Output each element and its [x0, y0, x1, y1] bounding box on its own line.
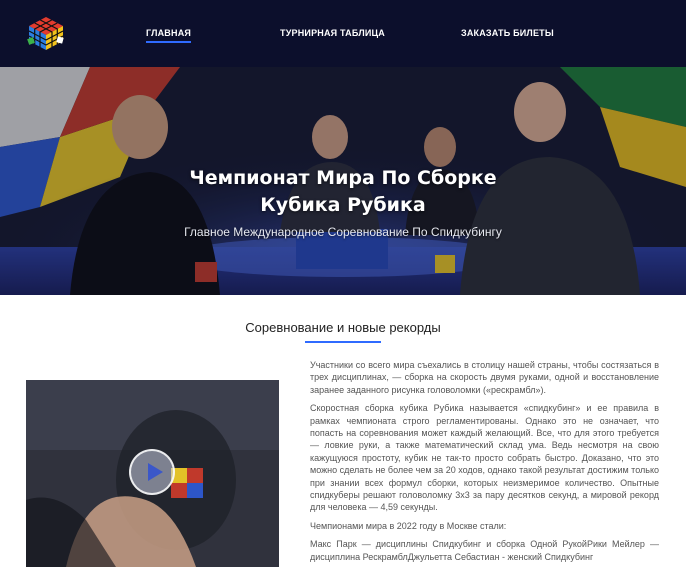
- nav-tickets[interactable]: ЗАКАЗАТЬ БИЛЕТЫ: [461, 28, 554, 38]
- hero-subtitle: Главное Международное Соревнование По Сп…: [184, 225, 502, 239]
- hero-banner: Чемпионат Мира По Сборке Кубика Рубика Г…: [0, 67, 686, 295]
- hero-title-line1: Чемпионат Мира По Сборке: [189, 167, 497, 189]
- play-button[interactable]: [129, 449, 175, 495]
- section-title: Соревнование и новые рекорды: [245, 320, 441, 335]
- site-header: ГЛАВНАЯ ТУРНИРНАЯ ТАБЛИЦА ЗАКАЗАТЬ БИЛЕТ…: [0, 0, 686, 67]
- rubiks-cube-logo[interactable]: [26, 15, 66, 51]
- nav-standings[interactable]: ТУРНИРНАЯ ТАБЛИЦА: [280, 28, 385, 38]
- section-title-underline: [305, 341, 381, 343]
- article-paragraph-1: Участники со всего мира съехались в стол…: [310, 360, 659, 395]
- hero-title: Чемпионат Мира По Сборке Кубика Рубика: [0, 165, 686, 219]
- hero-title-line2: Кубика Рубика: [260, 194, 426, 216]
- article-paragraph-4: Макс Парк — дисциплины Спидкубинг и сбор…: [310, 539, 659, 562]
- nav-home[interactable]: ГЛАВНАЯ: [146, 28, 192, 43]
- article-paragraph-3: Чемпионами мира в 2022 году в Москве ста…: [310, 520, 507, 531]
- article-paragraph-2: Скоростная сборка кубика Рубика называет…: [310, 403, 659, 513]
- video-player[interactable]: [26, 380, 279, 567]
- article-text: Участники со всего мира съехались в стол…: [310, 359, 659, 569]
